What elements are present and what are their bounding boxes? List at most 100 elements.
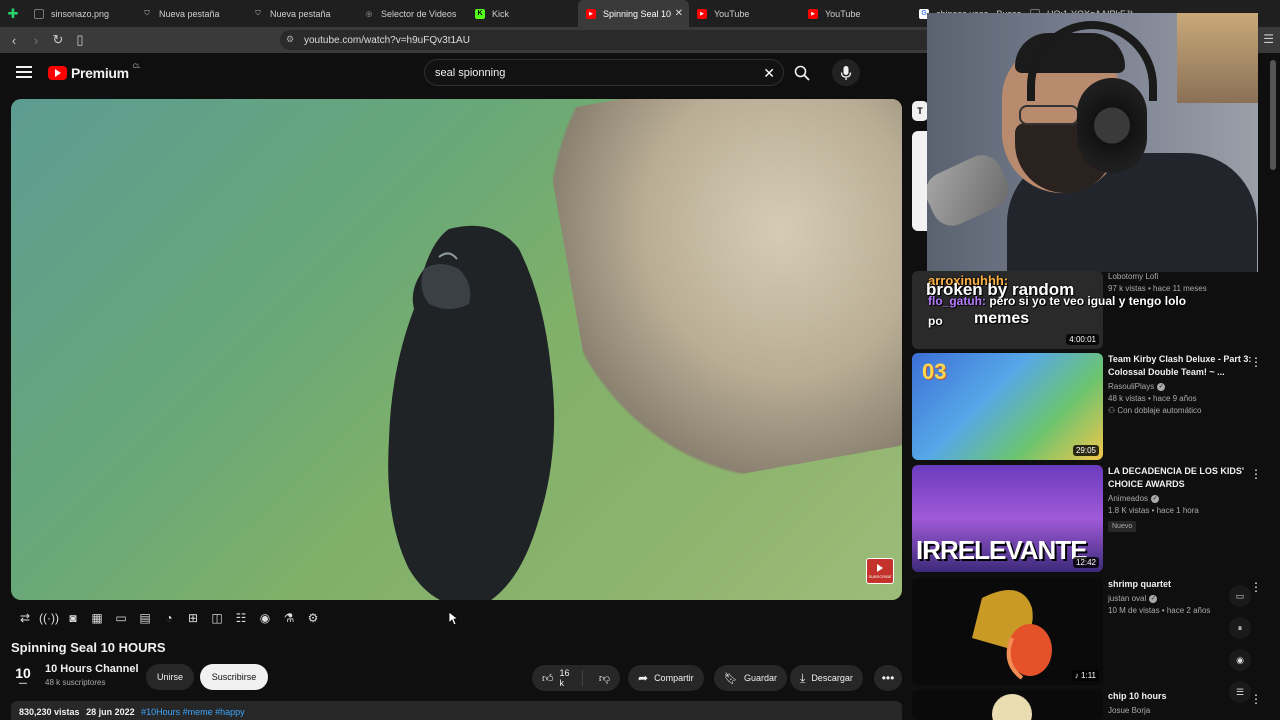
recommendation-thumbnail[interactable]: 03 29:05 bbox=[912, 353, 1103, 460]
browser-tab[interactable]: ▶ YouTube bbox=[689, 0, 800, 27]
search-icon bbox=[794, 65, 810, 81]
recommendation-item[interactable]: 03 29:05 Team Kirby Clash Deluxe - Part … bbox=[912, 353, 1272, 461]
browser-tab[interactable]: K Kick bbox=[467, 0, 578, 27]
recommendation-item[interactable]: IRRELEVANTE 12:42 LA DECADENCIA DE LOS K… bbox=[912, 465, 1272, 573]
chat-line: po bbox=[928, 314, 943, 328]
join-button[interactable]: Unirse bbox=[146, 664, 194, 690]
browser-tab[interactable]: ⛉ Nueva pestaña bbox=[134, 0, 245, 27]
screen-icon[interactable]: ▭ bbox=[110, 607, 132, 629]
browser-tab[interactable]: ⛉ Nueva pestaña bbox=[245, 0, 356, 27]
channel-info: 10 ▬▬ 10 Hours Channel 48 k suscriptores bbox=[11, 663, 139, 687]
recommendation-thumbnail[interactable] bbox=[912, 690, 1103, 720]
film-strip-icon[interactable]: ▤ bbox=[134, 607, 156, 629]
duration-badge: 12:42 bbox=[1072, 557, 1099, 568]
video-player[interactable]: SUBSCRIBE bbox=[11, 99, 902, 600]
forward-icon[interactable]: › bbox=[26, 30, 46, 50]
youtube-logo[interactable]: Premium CL bbox=[48, 64, 140, 81]
clapper-icon[interactable]: ▦ bbox=[86, 607, 108, 629]
youtube-icon: ▶ bbox=[808, 8, 818, 19]
webcam-overlay bbox=[927, 13, 1258, 272]
recommendation-channel[interactable]: RasouliPlays bbox=[1108, 382, 1154, 391]
channel-name[interactable]: 10 Hours Channel bbox=[45, 663, 139, 675]
miniplayer-icon[interactable]: ▭ bbox=[1229, 585, 1251, 607]
recommendation-thumbnail[interactable]: IRRELEVANTE 12:42 bbox=[912, 465, 1103, 572]
video-title: Spinning Seal 10 HOURS bbox=[11, 640, 166, 655]
filter-chip[interactable]: T bbox=[912, 101, 928, 121]
file-icon bbox=[34, 8, 44, 19]
flask-icon[interactable]: ⚗ bbox=[278, 607, 300, 629]
loop-icon[interactable]: ⇄ bbox=[14, 607, 36, 629]
partial-thumbnail[interactable] bbox=[912, 131, 928, 231]
reload-icon[interactable]: ↻ bbox=[48, 30, 68, 50]
layout-icon[interactable]: ☷ bbox=[230, 607, 252, 629]
floating-side-buttons: ▭ ⏸ ◉ ☰ bbox=[1229, 585, 1253, 713]
camera-icon[interactable]: ◉ bbox=[254, 607, 276, 629]
description-box[interactable]: 830,230 vistas 28 jun 2022 #10Hours #mem… bbox=[11, 701, 902, 720]
menu-icon[interactable] bbox=[16, 66, 32, 78]
save-label: Guardar bbox=[743, 673, 777, 683]
new-badge: Nuevo bbox=[1108, 521, 1137, 532]
download-label: Descargar bbox=[811, 673, 853, 683]
logo-wordmark: Premium bbox=[71, 65, 129, 81]
subscribe-watermark-label: SUBSCRIBE bbox=[868, 573, 892, 579]
play-icon bbox=[877, 563, 883, 572]
search-button[interactable] bbox=[788, 59, 816, 86]
shield-icon: ⛉ bbox=[144, 9, 150, 17]
browser-tab-active[interactable]: ▶ Spinning Seal 10 ✕ bbox=[578, 0, 689, 27]
tab-label: Selector de Videos bbox=[381, 8, 457, 19]
add-icon[interactable]: ⊞ bbox=[182, 607, 204, 629]
share-icon: ➦ bbox=[638, 671, 649, 685]
tab-label: Nueva pestaña bbox=[159, 8, 220, 19]
queue-icon[interactable]: ☰ bbox=[1229, 681, 1251, 703]
more-vertical-icon[interactable]: ⋮ bbox=[1250, 355, 1262, 369]
speed-icon[interactable]: ◔ bbox=[158, 607, 180, 629]
chat-line: flo_gatuh: pero si yo te veo igual y ten… bbox=[928, 294, 1186, 308]
gear-icon[interactable]: ⚙ bbox=[302, 607, 324, 629]
recommendation-item[interactable]: ♪ 1:11 shrimp quartet justan oval ✓ 10 M … bbox=[912, 578, 1272, 686]
voice-search-button[interactable] bbox=[832, 59, 860, 86]
dub-label-row: ⚇ Con doblaje automático bbox=[1108, 406, 1258, 415]
recommendation-channel[interactable]: justan oval bbox=[1108, 594, 1146, 603]
back-icon[interactable]: ‹ bbox=[4, 30, 24, 50]
scrollbar[interactable] bbox=[1270, 60, 1276, 170]
channel-avatar[interactable]: 10 ▬▬ bbox=[11, 663, 35, 687]
chat-text: po bbox=[928, 314, 943, 328]
recommendation-meta: 48 k vistas • hace 9 años bbox=[1108, 394, 1197, 403]
more-vertical-icon[interactable]: ⋮ bbox=[1250, 467, 1262, 481]
site-info-icon[interactable]: ⚙ bbox=[286, 34, 297, 45]
browser-menu-icon[interactable]: ☰ bbox=[1263, 32, 1274, 46]
player-extension-toolbar: ⇄ ((·)) ◙ ▦ ▭ ▤ ◔ ⊞ ◫ ☷ ◉ ⚗ ⚙ bbox=[14, 607, 324, 629]
dislike-button[interactable]: 👎︎ bbox=[589, 672, 620, 685]
clear-search-icon[interactable]: ✕ bbox=[763, 65, 775, 82]
broadcast-icon[interactable]: ((·)) bbox=[38, 607, 60, 629]
recommendation-title[interactable]: LA DECADENCIA DE LOS KIDS' CHOICE AWARDS bbox=[1108, 465, 1258, 491]
save-button[interactable]: 🔖︎ Guardar bbox=[714, 665, 787, 691]
browser-tab[interactable]: ◎ Selector de Videos bbox=[356, 0, 467, 27]
recommendation-channel[interactable]: Animeados bbox=[1108, 494, 1148, 503]
sidebar-toggle-icon[interactable]: ▯ bbox=[70, 30, 90, 50]
browser-tab[interactable]: sinsonazo.png bbox=[26, 0, 134, 27]
search-input[interactable] bbox=[435, 66, 755, 79]
recommendation-title[interactable]: Team Kirby Clash Deluxe - Part 3: Coloss… bbox=[1108, 353, 1258, 379]
close-icon[interactable]: ✕ bbox=[675, 8, 683, 19]
like-button[interactable]: 👍︎ 16 k bbox=[532, 668, 583, 688]
chat-text: lolo bbox=[1164, 294, 1187, 308]
split-icon[interactable]: ◫ bbox=[206, 607, 228, 629]
browser-tab[interactable]: ▶ YouTube bbox=[800, 0, 911, 27]
more-actions-button[interactable]: ••• bbox=[874, 665, 902, 691]
subscribe-watermark[interactable]: SUBSCRIBE bbox=[866, 558, 894, 584]
url-field[interactable]: ⚙ youtube.com/watch?v=h9uFQv3t1AU bbox=[280, 30, 980, 50]
rock-shape bbox=[540, 99, 902, 498]
recommendation-thumbnail[interactable]: ♪ 1:11 bbox=[912, 578, 1103, 685]
camera-icon[interactable]: ◉ bbox=[1229, 649, 1251, 671]
share-button[interactable]: ➦ Compartir bbox=[628, 665, 704, 691]
subscribe-button[interactable]: Suscribirse bbox=[200, 664, 268, 690]
app-icon[interactable]: ✚ bbox=[0, 0, 26, 27]
recommendation-meta: 1.8 K vistas • hace 1 hora bbox=[1108, 506, 1199, 515]
bookmark-icon: 🔖︎ bbox=[724, 672, 738, 685]
visibility-icon[interactable]: ◙ bbox=[62, 607, 84, 629]
pause-icon[interactable]: ⏸ bbox=[1229, 617, 1251, 639]
hashtags[interactable]: #10Hours #meme #happy bbox=[141, 707, 245, 717]
download-button[interactable]: ⤓ Descargar bbox=[790, 665, 863, 691]
recommendation-item[interactable]: chip 10 hours Josue Borja ⋮ bbox=[912, 690, 1272, 720]
